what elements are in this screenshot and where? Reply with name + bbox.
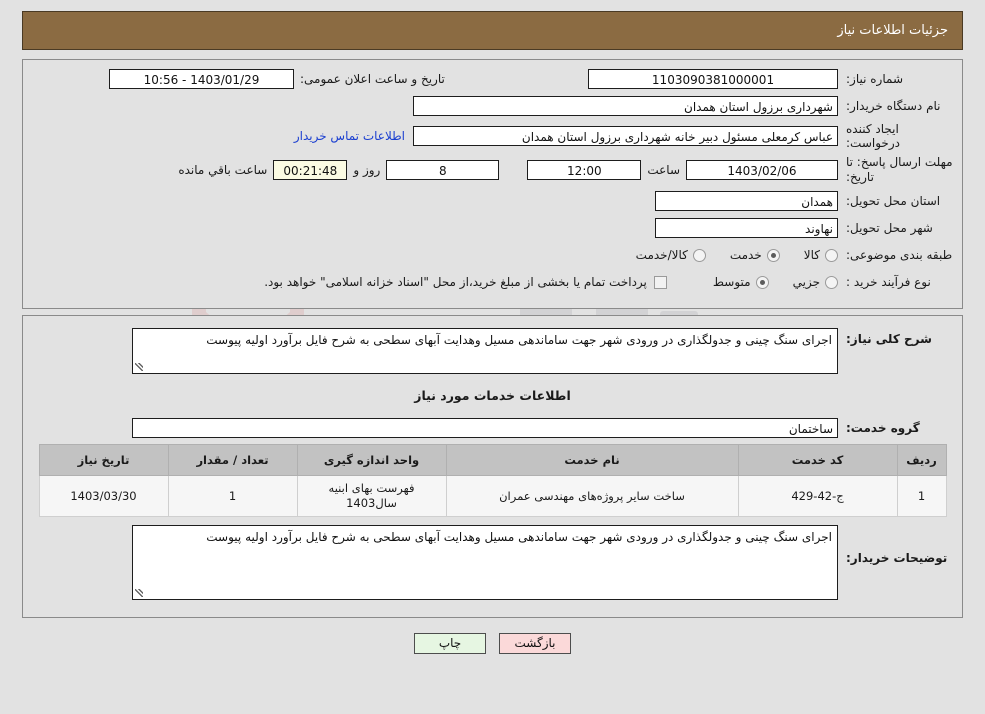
table-header-row: ردیف کد خدمت نام خدمت واحد اندازه گیری ت… [38, 444, 947, 476]
row-deadline: مهلت ارسال پاسخ: تا تاریخ: 1403/02/06 سا… [29, 155, 956, 185]
cell-unit: فهرست بهای ابنیه سال1403 [296, 475, 447, 517]
purchase-option-medium[interactable]: متوسط [713, 275, 769, 289]
cell-service-name: ساخت سایر پروژه‌های مهندسی عمران [445, 475, 739, 517]
row-purchase-process: نوع فرآیند خرید : جزیي متوسط پرداخت تمام… [29, 271, 956, 293]
treasury-checkbox[interactable] [653, 275, 667, 289]
radio-icon-goods[interactable] [825, 248, 838, 262]
page-header: جزئیات اطلاعات نیاز [22, 11, 963, 50]
purchase-process-label: نوع فرآیند خرید : [846, 275, 931, 289]
buyer-org-field: شهرداری برزول استان همدان [413, 96, 838, 116]
purchase-option-minor[interactable]: جزیي [793, 275, 838, 289]
row-need-number: شماره نیاز: 1103090381000001 تاریخ و ساع… [29, 68, 956, 90]
delivery-province-field: همدان [655, 191, 838, 211]
category-option-goods-service[interactable]: کالا/خدمت [636, 248, 706, 262]
radio-icon-medium[interactable] [755, 275, 769, 289]
page-root: جزئیات اطلاعات نیاز شماره نیاز: 11030903… [0, 11, 985, 654]
need-info-panel: شماره نیاز: 1103090381000001 تاریخ و ساع… [22, 59, 963, 309]
back-button[interactable]: بازگشت [499, 633, 571, 654]
row-category: طبقه بندی موضوعی: کالا خدمت کالا/خدمت [29, 244, 956, 266]
buyer-notes-textarea[interactable]: اجرای سنگ چینی و جدولگذاری در ورودی شهر … [132, 525, 838, 600]
col-quantity: تعداد / مقدار [167, 444, 298, 476]
buyer-contact-link[interactable]: اطلاعات تماس خریدار [286, 129, 413, 143]
row-request-creator: ایجاد کننده درخواست: عباس کرمعلی مسئول د… [29, 122, 956, 150]
row-delivery-city: شهر محل تحویل: نهاوند [29, 217, 956, 239]
col-service-code: کد خدمت [737, 444, 898, 476]
col-unit: واحد اندازه گیری [296, 444, 447, 476]
treasury-note-row[interactable]: پرداخت تمام یا بخشی از مبلغ خرید،از محل … [264, 275, 667, 289]
col-service-name: نام خدمت [445, 444, 739, 476]
category-option-goods[interactable]: کالا [804, 248, 838, 262]
radio-icon-minor[interactable] [825, 275, 838, 289]
purchase-option-minor-label: جزیي [792, 275, 820, 289]
row-service-group: گروه خدمت: ساختمان [29, 417, 956, 439]
service-group-label: گروه خدمت: [846, 421, 920, 435]
general-desc-label: شرح کلی نیاز: [846, 332, 932, 346]
cell-row-no: 1 [896, 475, 947, 517]
deadline-days-field: 8 [386, 160, 500, 180]
row-delivery-province: استان محل تحویل: همدان [29, 190, 956, 212]
radio-icon-goods-service[interactable] [692, 248, 706, 262]
announce-datetime-field: 1403/01/29 - 10:56 [109, 69, 294, 89]
services-section-title: اطلاعات خدمات مورد نیاز [414, 388, 571, 403]
cell-need-date: 1403/03/30 [38, 475, 169, 517]
cell-quantity: 1 [167, 475, 298, 517]
row-buyer-notes: توضیحات خریدار: اجرای سنگ چینی و جدولگذا… [29, 525, 956, 600]
col-need-date: تاریخ نیاز [38, 444, 169, 476]
delivery-city-label: شهر محل تحویل: [846, 221, 933, 235]
category-option-service[interactable]: خدمت [730, 248, 780, 262]
treasury-note-text: پرداخت تمام یا بخشی از مبلغ خرید،از محل … [264, 275, 647, 289]
deadline-date-field: 1403/02/06 [686, 160, 838, 180]
row-buyer-org: نام دستگاه خریدار: شهرداری برزول استان ه… [29, 95, 956, 117]
deadline-days-suffix: روز و [353, 163, 381, 177]
deadline-countdown-field: 00:21:48 [273, 160, 348, 180]
table-row: 1 ج-42-429 ساخت سایر پروژه‌های مهندسی عم… [38, 475, 947, 517]
request-creator-label: ایجاد کننده درخواست: [846, 122, 900, 150]
buyer-org-label: نام دستگاه خریدار: [846, 99, 941, 113]
need-number-label: شماره نیاز: [846, 72, 903, 86]
deadline-countdown-suffix: ساعت باقي مانده [178, 163, 268, 177]
deadline-label: مهلت ارسال پاسخ: تا تاریخ: [846, 155, 953, 184]
row-general-desc: شرح کلی نیاز: اجرای سنگ چینی و جدولگذاری… [29, 328, 956, 374]
col-row-no: ردیف [896, 444, 947, 476]
delivery-city-field: نهاوند [655, 218, 838, 238]
category-option-service-label: خدمت [729, 248, 762, 262]
purchase-option-medium-label: متوسط [712, 275, 751, 289]
announce-datetime-label: تاریخ و ساعت اعلان عمومی: [300, 72, 445, 86]
footer-buttons: بازگشت چاپ [0, 633, 985, 654]
items-table-wrap: ردیف کد خدمت نام خدمت واحد اندازه گیری ت… [29, 444, 956, 517]
delivery-province-label: استان محل تحویل: [846, 194, 941, 208]
print-button[interactable]: چاپ [414, 633, 486, 654]
cell-service-code: ج-42-429 [737, 475, 898, 517]
category-option-goods-label: کالا [803, 248, 820, 262]
service-group-field: ساختمان [132, 418, 838, 438]
items-table: ردیف کد خدمت نام خدمت واحد اندازه گیری ت… [38, 444, 947, 517]
category-label: طبقه بندی موضوعی: [846, 248, 953, 262]
need-number-field: 1103090381000001 [588, 69, 838, 89]
buyer-notes-label: توضیحات خریدار: [846, 551, 948, 565]
page-title: جزئیات اطلاعات نیاز [837, 23, 948, 38]
radio-icon-service[interactable] [766, 248, 780, 262]
deadline-time-label: ساعت [647, 163, 680, 177]
request-creator-field: عباس کرمعلی مسئول دبیر خانه شهرداری برزو… [413, 126, 838, 146]
need-detail-panel: شرح کلی نیاز: اجرای سنگ چینی و جدولگذاری… [22, 315, 963, 618]
general-desc-textarea[interactable]: اجرای سنگ چینی و جدولگذاری در ورودی شهر … [132, 328, 838, 374]
category-option-goods-service-label: کالا/خدمت [635, 248, 688, 262]
deadline-time-field: 12:00 [527, 160, 642, 180]
